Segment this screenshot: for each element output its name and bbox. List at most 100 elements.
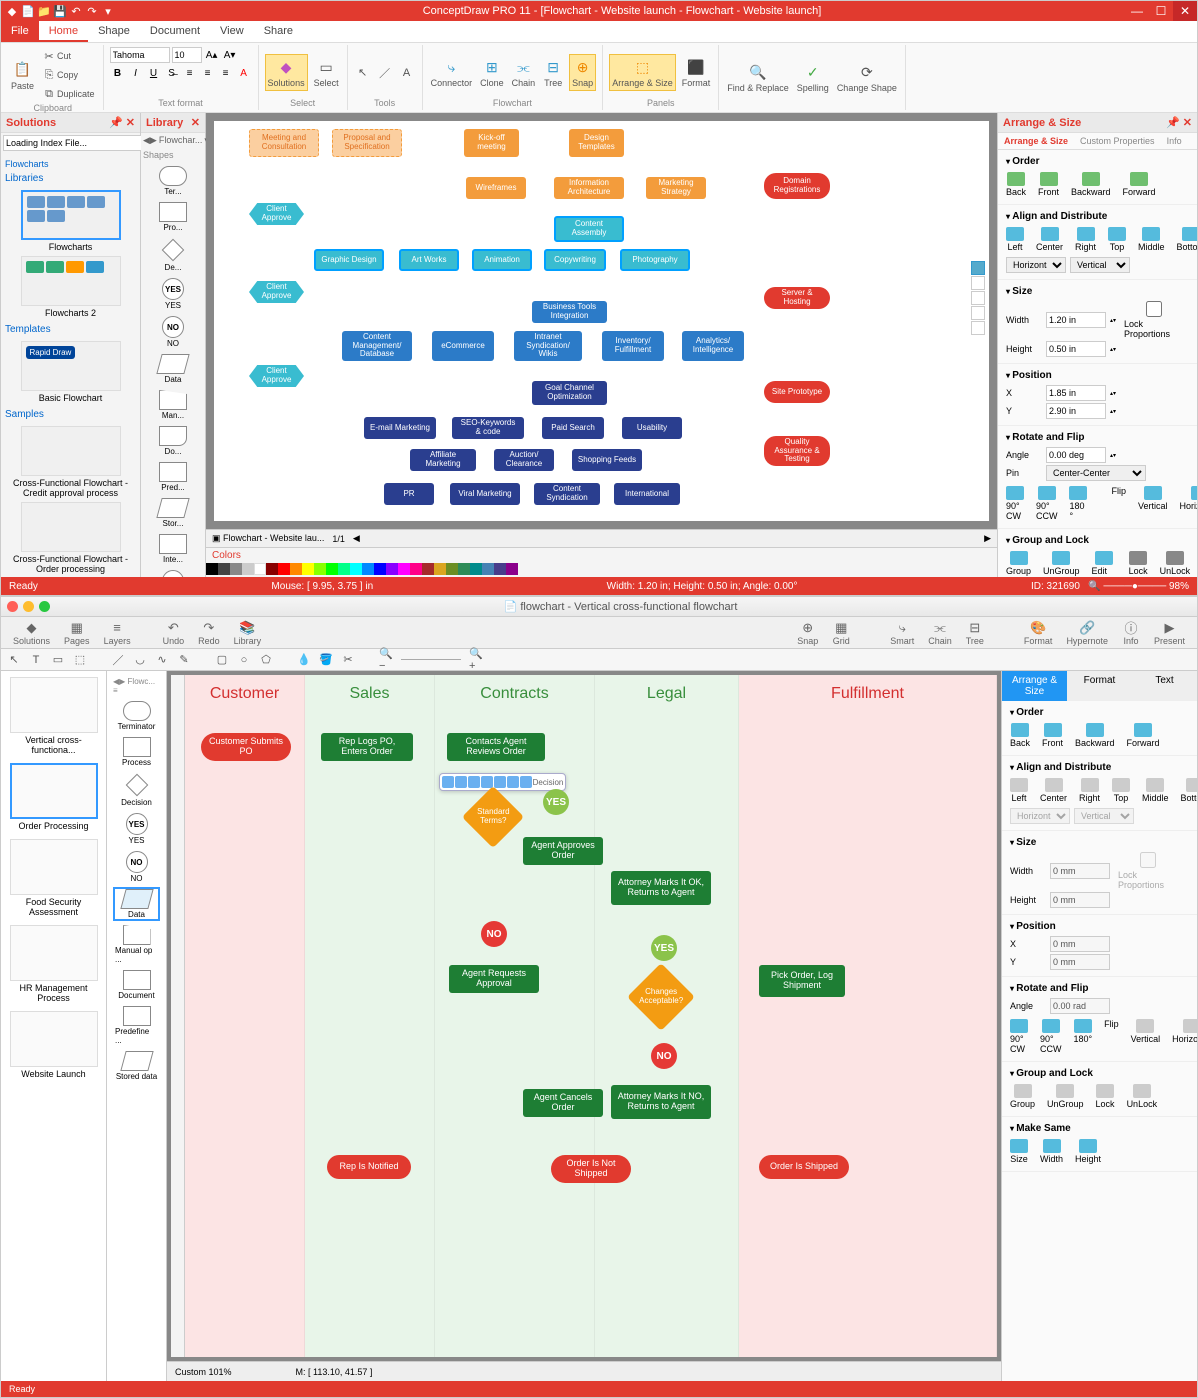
scroll-left-icon[interactable]: ◀ bbox=[353, 533, 360, 544]
strike-button[interactable]: S̶ bbox=[164, 65, 180, 81]
traffic-max[interactable] bbox=[39, 601, 50, 612]
tree-button[interactable]: ⊟Tree bbox=[541, 55, 565, 90]
node-not-shipped[interactable]: Order Is Not Shipped bbox=[551, 1155, 631, 1183]
mac-align-left[interactable]: Left bbox=[1010, 778, 1028, 803]
traffic-min[interactable] bbox=[23, 601, 34, 612]
mac-order-forward[interactable]: Forward bbox=[1127, 723, 1160, 748]
align-center-button[interactable]: Center bbox=[1036, 227, 1063, 252]
tree-samples[interactable]: Samples bbox=[5, 407, 136, 422]
order-forward-button[interactable]: Forward bbox=[1123, 172, 1156, 197]
mac-shape-process[interactable]: Process bbox=[115, 737, 158, 767]
node-anim[interactable]: Animation bbox=[472, 249, 532, 271]
node-auction[interactable]: Auction/ Clearance bbox=[494, 449, 554, 471]
tool-zoomout-icon[interactable]: 🔍− bbox=[379, 653, 393, 667]
mac-unlock[interactable]: UnLock bbox=[1127, 1084, 1158, 1109]
shape-manual[interactable]: Man... bbox=[145, 390, 201, 420]
node-intl[interactable]: International bbox=[614, 483, 680, 505]
node-syndication[interactable]: Content Syndication bbox=[534, 483, 600, 505]
node-rep-logs[interactable]: Rep Logs PO, Enters Order bbox=[321, 733, 413, 761]
node-graphic[interactable]: Graphic Design bbox=[314, 249, 384, 271]
solutions-button[interactable]: ◆Solutions bbox=[265, 54, 308, 91]
italic-button[interactable]: I bbox=[128, 65, 144, 81]
node-wireframes[interactable]: Wireframes bbox=[466, 177, 526, 199]
rotate-ccw-button[interactable]: 90° CCW bbox=[1036, 486, 1057, 521]
mac-align-middle[interactable]: Middle bbox=[1142, 778, 1169, 803]
mac-rotate-cw[interactable]: 90° CW bbox=[1010, 1019, 1028, 1054]
mac-order-backward[interactable]: Backward bbox=[1075, 723, 1115, 748]
tool-curve-icon[interactable]: ∿ bbox=[155, 653, 169, 667]
mac-canvas[interactable]: Customer Sales Contracts Legal Fulfillme… bbox=[171, 675, 997, 1357]
tab-shape[interactable]: Shape bbox=[88, 21, 140, 42]
tb-present[interactable]: ▶Present bbox=[1150, 619, 1189, 647]
node-submit-po[interactable]: Customer Submits PO bbox=[201, 733, 291, 761]
tb-chain[interactable]: ⫘Chain bbox=[924, 619, 956, 647]
pin-select[interactable]: Center-Center bbox=[1046, 465, 1146, 481]
mac-order-back[interactable]: Back bbox=[1010, 723, 1030, 748]
rp-tab-custom[interactable]: Custom Properties bbox=[1074, 133, 1161, 149]
connector-button[interactable]: ⤷Connector bbox=[429, 55, 475, 90]
tool-select-icon[interactable]: ⬚ bbox=[73, 653, 87, 667]
node-email[interactable]: E-mail Marketing bbox=[364, 417, 436, 439]
mac-align-center[interactable]: Center bbox=[1040, 778, 1067, 803]
shape-process[interactable]: Pro... bbox=[145, 202, 201, 232]
connector-no-2[interactable]: NO bbox=[651, 1043, 677, 1069]
page-thumb-5[interactable]: Website Launch bbox=[7, 1011, 100, 1079]
node-proposal[interactable]: Proposal and Specification bbox=[332, 129, 402, 157]
node-marketing[interactable]: Marketing Strategy bbox=[646, 177, 706, 199]
rotate-180-button[interactable]: 180 ° bbox=[1069, 486, 1087, 521]
tb-pages[interactable]: ▦Pages bbox=[60, 619, 94, 647]
canvas-right-toolbar[interactable] bbox=[971, 261, 985, 335]
mac-rotate-ccw[interactable]: 90° CCW bbox=[1040, 1019, 1061, 1054]
select-button[interactable]: ▭Select bbox=[312, 55, 341, 90]
minimize-button[interactable]: — bbox=[1125, 1, 1149, 21]
tb-redo[interactable]: ↷Redo bbox=[194, 619, 224, 647]
copy-button[interactable]: ⎘Copy bbox=[40, 66, 97, 84]
mac-order-front[interactable]: Front bbox=[1042, 723, 1063, 748]
thumb-flowcharts[interactable]: Flowcharts bbox=[11, 190, 131, 252]
connector-yes-1[interactable]: YES bbox=[543, 789, 569, 815]
mac-shape-decision[interactable]: Decision bbox=[115, 773, 158, 807]
chain-button[interactable]: ⫘Chain bbox=[510, 55, 538, 90]
angle-input[interactable] bbox=[1046, 447, 1106, 463]
tool-fill-icon[interactable]: 🪣 bbox=[319, 653, 333, 667]
node-pick-order[interactable]: Pick Order, Log Shipment bbox=[759, 965, 845, 997]
align-left-button[interactable]: Left bbox=[1006, 227, 1024, 252]
shape-yes[interactable]: YESYES bbox=[145, 278, 201, 310]
color-swatches[interactable] bbox=[206, 563, 997, 575]
lock-button[interactable]: Lock bbox=[1129, 551, 1148, 577]
order-back-button[interactable]: Back bbox=[1006, 172, 1026, 197]
maximize-button[interactable]: ☐ bbox=[1149, 1, 1173, 21]
shape-sequential[interactable]: Seq... bbox=[145, 570, 201, 577]
tab-document[interactable]: Document bbox=[140, 21, 210, 42]
duplicate-button[interactable]: ⧉Duplicate bbox=[40, 85, 97, 103]
font-shrink-icon[interactable]: A▾ bbox=[222, 47, 238, 63]
underline-button[interactable]: U bbox=[146, 65, 162, 81]
node-usability[interactable]: Usability bbox=[622, 417, 682, 439]
rotate-cw-button[interactable]: 90° CW bbox=[1006, 486, 1024, 521]
node-contacts[interactable]: Contacts Agent Reviews Order bbox=[447, 733, 545, 761]
solutions-search[interactable] bbox=[3, 135, 142, 151]
mac-align-top[interactable]: Top bbox=[1112, 778, 1130, 803]
unlock-button[interactable]: UnLock bbox=[1160, 551, 1191, 577]
thumb-flowcharts2[interactable]: Flowcharts 2 bbox=[11, 256, 131, 318]
tb-info[interactable]: ⓘInfo bbox=[1118, 619, 1144, 647]
mac-same-size[interactable]: Size bbox=[1010, 1139, 1028, 1164]
thumb-rapid[interactable]: Rapid Draw Basic Flowchart bbox=[11, 341, 131, 403]
qa-new-icon[interactable]: 📄 bbox=[21, 4, 35, 18]
mini-toolbar[interactable]: Decision bbox=[439, 773, 566, 791]
connector-yes-2[interactable]: YES bbox=[651, 935, 677, 961]
shape-data[interactable]: Data bbox=[145, 354, 201, 384]
node-viral[interactable]: Viral Marketing bbox=[450, 483, 520, 505]
node-proto[interactable]: Site Prototype bbox=[764, 381, 830, 403]
font-color-icon[interactable]: A bbox=[236, 65, 252, 81]
mac-ungroup[interactable]: UnGroup bbox=[1047, 1084, 1084, 1109]
clone-button[interactable]: ⊞Clone bbox=[478, 55, 506, 90]
mac-shape-predefined[interactable]: Predefine ... bbox=[115, 1006, 158, 1045]
mac-tab-text[interactable]: Text bbox=[1132, 671, 1197, 701]
ungroup-button[interactable]: UnGroup bbox=[1043, 551, 1080, 577]
shape-stored[interactable]: Stor... bbox=[145, 498, 201, 528]
font-name-select[interactable] bbox=[110, 47, 170, 63]
align-bottom-button[interactable]: Bottom bbox=[1177, 227, 1197, 252]
y-input[interactable] bbox=[1046, 403, 1106, 419]
mac-align-right[interactable]: Right bbox=[1079, 778, 1100, 803]
